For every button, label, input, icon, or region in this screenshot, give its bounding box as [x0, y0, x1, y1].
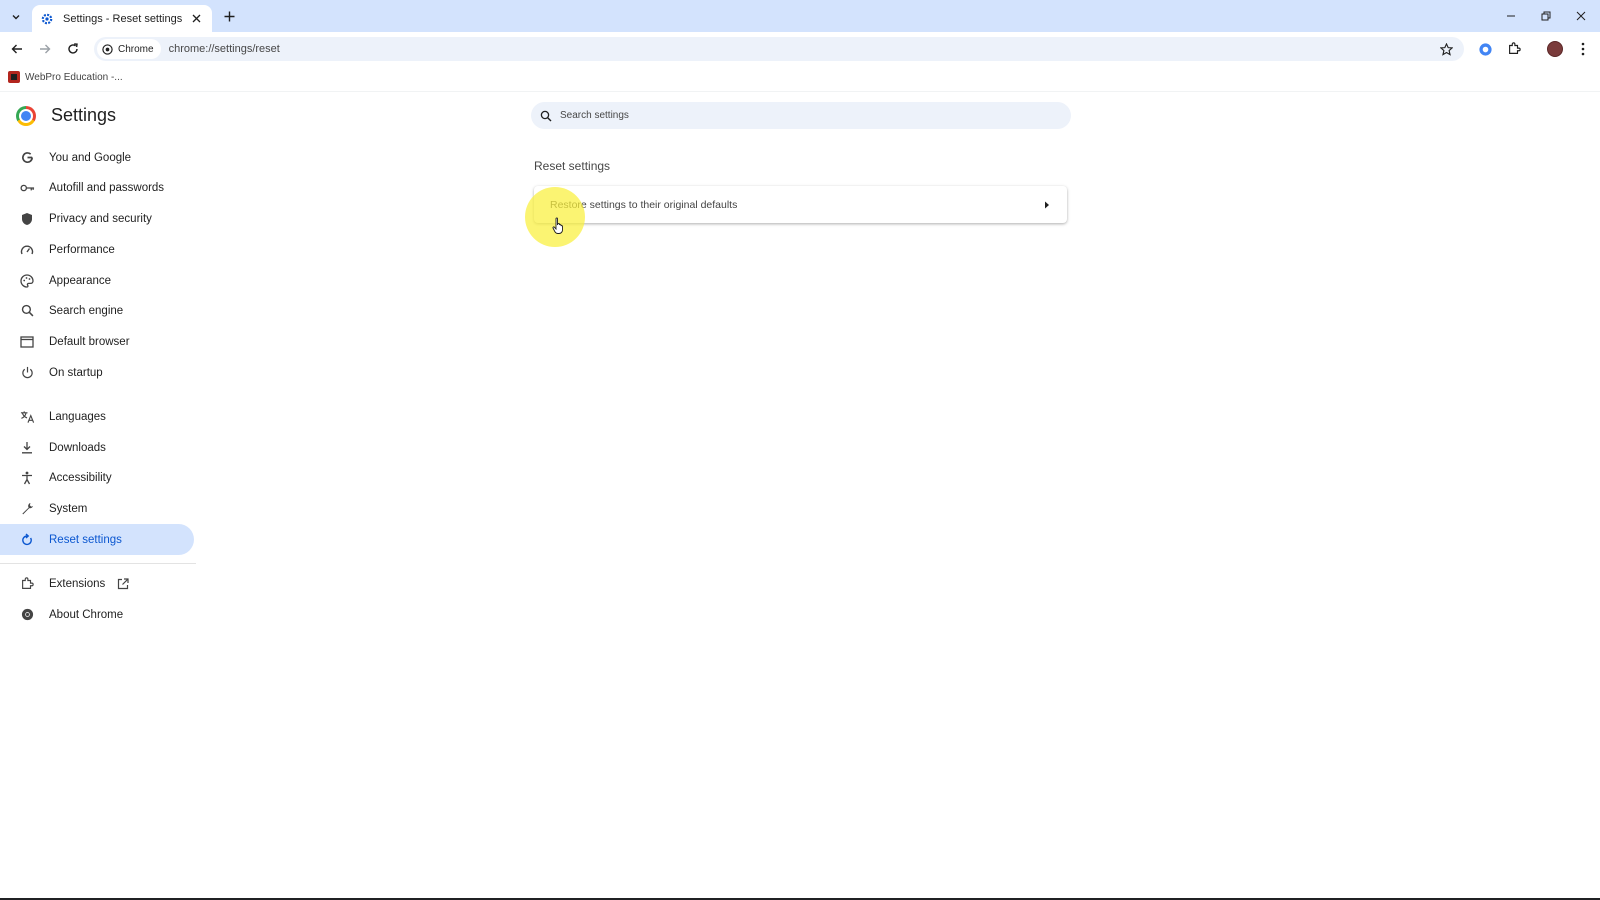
sidebar-item-languages[interactable]: Languages: [0, 401, 194, 432]
sidebar-item-performance[interactable]: Performance: [0, 234, 194, 265]
sidebar-item-privacy[interactable]: Privacy and security: [0, 203, 194, 234]
restore-icon: [1541, 11, 1551, 21]
browser-toolbar: Chrome chrome://settings/reset: [0, 32, 1600, 66]
new-tab-button[interactable]: [219, 6, 239, 26]
power-icon: [19, 365, 35, 381]
tab-settings[interactable]: Settings - Reset settings: [32, 5, 212, 32]
sidebar-item-search-engine[interactable]: Search engine: [0, 295, 194, 326]
minimize-button[interactable]: [1498, 4, 1524, 28]
profile-button[interactable]: [1544, 38, 1566, 60]
gauge-icon: [19, 242, 35, 258]
bookmark-favicon-icon: [8, 71, 20, 83]
restore-button[interactable]: [1533, 4, 1559, 28]
sidebar-item-label: Autofill and passwords: [49, 181, 165, 194]
bookmark-label: WebPro Education -...: [25, 71, 123, 83]
download-icon: [19, 440, 35, 456]
external-link-icon: [117, 577, 131, 591]
restore-defaults-row[interactable]: Restore settings to their original defau…: [534, 186, 1067, 223]
sidebar-item-system[interactable]: System: [0, 493, 194, 524]
sidebar-item-label: On startup: [49, 366, 103, 379]
bookmarks-bar: WebPro Education -...: [0, 66, 1600, 92]
tab-search-button[interactable]: [6, 7, 26, 27]
avatar: [1547, 41, 1563, 57]
browser-menu-button[interactable]: [1572, 38, 1594, 60]
google-g-icon: [19, 150, 35, 166]
bookmark-webpro-education[interactable]: WebPro Education -...: [8, 71, 123, 83]
sidebar-item-label: Performance: [49, 243, 115, 256]
settings-page: Settings You and Google Autofill and pas…: [0, 92, 1600, 900]
sidebar-item-label: Default browser: [49, 335, 130, 348]
sidebar-item-accessibility[interactable]: Accessibility: [0, 462, 194, 493]
forward-button[interactable]: [34, 38, 56, 60]
bookmark-star-icon[interactable]: [1438, 41, 1454, 57]
sidebar-item-label: Search engine: [49, 304, 124, 317]
plus-icon: [224, 11, 234, 21]
kebab-menu-icon: [1581, 42, 1585, 56]
chrome-icon: [102, 43, 114, 55]
close-window-button[interactable]: [1568, 4, 1594, 28]
chrome-logo-icon: [16, 105, 36, 126]
extensions-button[interactable]: [1503, 38, 1525, 60]
site-info-chip[interactable]: Chrome: [97, 39, 161, 59]
arrow-left-icon: [11, 44, 22, 54]
sidebar-item-label: System: [49, 502, 88, 515]
sidebar-item-extensions[interactable]: Extensions: [0, 568, 194, 599]
sidebar-item-you-and-google[interactable]: You and Google: [0, 142, 194, 173]
reset-icon: [19, 532, 35, 548]
section-title: Reset settings: [534, 159, 611, 173]
settings-header: Settings: [16, 105, 116, 126]
sidebar-item-label: Accessibility: [49, 471, 112, 484]
restore-defaults-label: Restore settings to their original defau…: [550, 198, 738, 211]
sidebar-item-downloads[interactable]: Downloads: [0, 432, 194, 463]
gear-icon: [40, 12, 54, 26]
address-bar[interactable]: Chrome chrome://settings/reset: [94, 37, 1464, 61]
lens-icon: [1478, 42, 1492, 56]
sidebar-item-label: Appearance: [49, 274, 112, 287]
sidebar-item-label: Privacy and security: [49, 212, 152, 225]
shield-icon: [19, 211, 35, 227]
key-icon: [19, 180, 35, 196]
puzzle-icon: [19, 576, 35, 592]
search-icon: [19, 303, 35, 319]
sidebar-item-appearance[interactable]: Appearance: [0, 265, 194, 296]
reload-button[interactable]: [62, 38, 84, 60]
chrome-icon: [19, 607, 35, 623]
close-icon: [1576, 11, 1586, 21]
sidebar-item-label: About Chrome: [49, 608, 124, 621]
url-text[interactable]: chrome://settings/reset: [169, 43, 280, 55]
search-input[interactable]: [560, 110, 1040, 121]
sidebar-item-label: Reset settings: [49, 533, 122, 546]
minimize-icon: [1507, 15, 1515, 17]
chevron-down-icon: [12, 15, 20, 20]
close-tab-icon[interactable]: [188, 11, 204, 27]
back-button[interactable]: [6, 38, 28, 60]
sidebar-item-label: Languages: [49, 410, 106, 423]
hand-cursor-icon: [552, 217, 566, 235]
puzzle-icon: [1509, 42, 1521, 54]
sidebar-item-label: Downloads: [49, 441, 106, 454]
translate-icon: [19, 409, 35, 425]
palette-icon: [19, 273, 35, 289]
sidebar-item-default-browser[interactable]: Default browser: [0, 326, 194, 357]
tab-title: Settings - Reset settings: [63, 12, 183, 25]
tab-strip: Settings - Reset settings: [0, 0, 1600, 32]
page-title: Settings: [51, 105, 117, 125]
sidebar-item-about-chrome[interactable]: About Chrome: [0, 599, 194, 630]
sidebar-item-label: You and Google: [49, 151, 132, 164]
search-icon: [540, 109, 554, 123]
site-chip-label: Chrome: [118, 43, 154, 55]
sidebar-item-reset-settings[interactable]: Reset settings: [0, 524, 194, 555]
sidebar-divider: [0, 563, 196, 564]
accessibility-icon: [19, 470, 35, 486]
sidebar-item-label: Extensions: [49, 577, 106, 590]
sidebar-item-on-startup[interactable]: On startup: [0, 357, 194, 388]
settings-search[interactable]: [531, 102, 1071, 129]
arrow-right-icon: [40, 44, 51, 54]
arrow-right-icon: [1037, 195, 1057, 215]
reload-icon: [68, 43, 78, 54]
wrench-icon: [19, 501, 35, 517]
sidebar-item-autofill[interactable]: Autofill and passwords: [0, 172, 194, 203]
google-lens-button[interactable]: [1474, 38, 1496, 60]
browser-window-icon: [19, 334, 35, 350]
